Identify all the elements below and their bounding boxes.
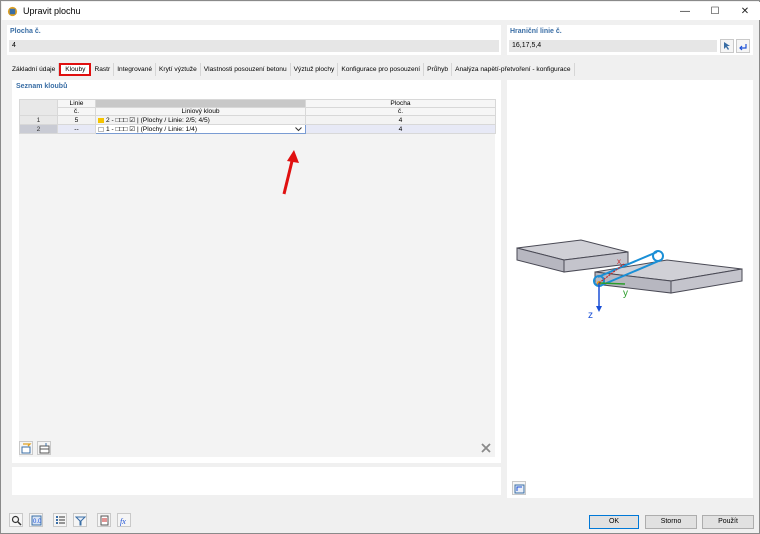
table-row[interactable]: 2 -- 1 - □□□ ☑ | (Plochy / Linie: 1/4) 4 [19,124,496,134]
tab-deflection[interactable]: Průhyb [424,63,453,76]
header-line-no: č. [57,107,96,116]
title-bar: Upravit plochu — ☐ ✕ [2,2,760,20]
delete-row-button[interactable] [479,441,493,455]
tab-surface-reinforcement[interactable]: Výztuž plochy [290,63,339,76]
parts-icon [100,515,108,525]
hinge-value: 1 - □□□ ☑ | (Plochy / Linie: 1/4) [106,126,198,133]
hinge-color-swatch [98,127,104,132]
hinge-table: Linie Plocha č. Liniový kloub č. 1 5 2 -… [19,99,496,134]
header-hinge-top [95,99,306,108]
model-preview: x y z [516,239,743,321]
annotation-arrow-icon [282,150,299,195]
header-surface-no: č. [305,107,496,116]
function-button[interactable]: fx [117,513,131,527]
preview-panel: x y z [507,80,753,498]
header-rownum [19,99,58,108]
header-hinge: Liniový kloub [95,107,306,116]
svg-text:0.0: 0.0 [33,519,42,525]
hinge-color-swatch [98,118,104,123]
surface-no-group: Plocha č. 4 [7,25,501,55]
row-number: 2 [19,124,58,134]
hinge-list-title: Seznam kloubů [16,83,68,90]
hinge-dropdown[interactable]: 1 - □□□ ☑ | (Plochy / Linie: 1/4) [95,124,306,134]
boundary-lines-label: Hraniční linie č. [510,28,562,35]
axis-y-label: y [623,288,628,299]
boundary-lines-field[interactable]: 16,17,5,4 [509,40,717,52]
hinge-grid-area [19,99,495,457]
delete-x-icon [481,443,491,453]
tab-concrete-design-props[interactable]: Vlastnosti posouzení betonu [200,63,291,76]
line-cell[interactable]: -- [57,124,96,134]
import-hinges-button[interactable] [19,441,33,455]
window-title: Upravit plochu [23,6,81,16]
select-table-button[interactable] [37,441,51,455]
units-icon: 0.0 [31,515,42,525]
hinge-value: 2 - □□□ ☑ | (Plochy / Linie: 2/5; 4/5) [106,117,210,124]
tab-rebar-cover[interactable]: Krytí výztuže [156,63,201,76]
line-cell[interactable]: 5 [57,115,96,125]
surface-no-field[interactable]: 4 [9,40,499,52]
reverse-arrow-icon [739,44,747,51]
tab-hinges[interactable]: Klouby [59,63,92,76]
tab-bar: Základní údaje Klouby Rastr Integrované … [9,63,575,76]
maximize-button[interactable]: ☐ [700,2,730,20]
hinge-cell[interactable]: 2 - □□□ ☑ | (Plochy / Linie: 2/5; 4/5) [95,115,306,125]
boundary-lines-group: Hraniční linie č. 16,17,5,4 [507,25,753,55]
tab-integrated[interactable]: Integrované [114,63,157,76]
ok-button[interactable]: OK [589,515,639,529]
parts-list-button[interactable] [97,513,111,527]
function-icon: fx [120,517,126,526]
tab-mesh[interactable]: Rastr [91,63,115,76]
tab-stress-strain-config[interactable]: Analýza napětí-přetvoření - konfigurace [452,63,575,76]
svg-text:fx: fx [120,517,126,526]
view-settings-icon [514,484,524,493]
search-icon [11,515,22,526]
chevron-down-icon[interactable] [295,127,302,132]
filter-button[interactable] [73,513,87,527]
dialog-window: Upravit plochu — ☐ ✕ Plocha č. 4 Hraničn… [0,0,760,534]
apply-button[interactable]: Použít [702,515,754,529]
filter-icon [74,516,86,525]
table-import-icon [21,442,32,453]
list-icon [55,515,65,524]
pick-lines-button[interactable] [720,39,734,53]
axis-x-label: x [617,257,621,266]
surface-no-label: Plocha č. [10,28,41,35]
axis-z-label: z [588,310,593,321]
table-select-icon [39,442,49,453]
search-button[interactable] [9,513,23,527]
row-number: 1 [19,115,58,125]
cursor-pick-icon [724,42,730,50]
minimize-button[interactable]: — [670,2,700,20]
table-row[interactable]: 1 5 2 - □□□ ☑ | (Plochy / Linie: 2/5; 4/… [19,115,496,125]
surface-cell[interactable]: 4 [305,115,496,125]
header-rownum-2 [19,107,58,116]
surface-cell[interactable]: 4 [305,124,496,134]
cancel-button[interactable]: Storno [645,515,697,529]
reverse-direction-button[interactable] [736,39,750,53]
header-line: Linie [57,99,96,108]
comment-panel[interactable] [12,467,501,495]
units-button[interactable]: 0.0 [29,513,43,527]
app-icon [7,6,18,16]
close-button[interactable]: ✕ [730,2,760,20]
tab-design-config[interactable]: Konfigurace pro posouzení [338,63,425,76]
list-button[interactable] [53,513,67,527]
header-surface: Plocha [305,99,496,108]
preview-settings-button[interactable] [512,481,526,495]
tab-basic-data[interactable]: Základní údaje [9,63,60,76]
